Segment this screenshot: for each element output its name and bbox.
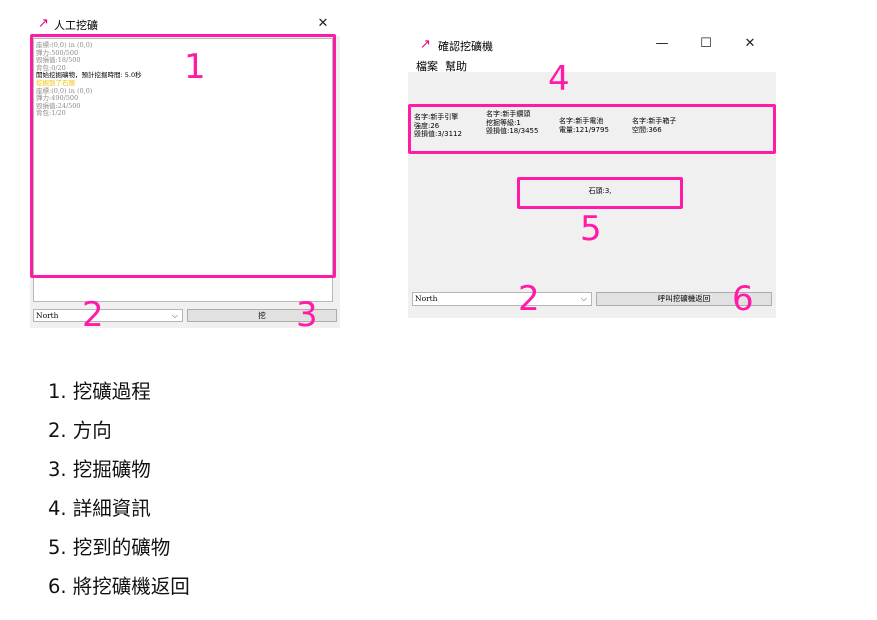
annotation-number: 6	[732, 279, 754, 319]
pickaxe-icon: ↗	[38, 16, 49, 31]
legend-item: 3. 挖掘礦物	[48, 458, 151, 481]
direction-select-right[interactable]: North ⌵	[412, 292, 592, 306]
legend-item: 2. 方向	[48, 419, 112, 442]
title-bar: ↗ 人工挖礦 ✕	[30, 12, 340, 36]
chevron-down-icon: ⌵	[580, 294, 587, 303]
legend-item: 4. 詳細資訊	[48, 497, 151, 520]
title-bar: ↗ 確認挖礦機 — ☐ ✕	[408, 30, 776, 56]
menu-bar: 檔案 幫助	[408, 56, 776, 73]
annotation-number: 3	[296, 295, 318, 335]
window-title: 確認挖礦機	[438, 40, 493, 53]
direction-value: North	[36, 311, 59, 320]
highlight-mined-minerals	[517, 177, 683, 209]
highlight-mining-log	[30, 34, 336, 278]
legend-item: 1. 挖礦過程	[48, 380, 151, 403]
close-button[interactable]: ✕	[742, 37, 758, 51]
minimize-button[interactable]: —	[654, 37, 670, 51]
pickaxe-icon: ↗	[420, 37, 431, 52]
annotation-number: 2	[518, 279, 540, 319]
direction-select-left[interactable]: North ⌵	[33, 309, 183, 322]
legend-item: 6. 將挖礦機返回	[48, 575, 190, 598]
legend-list: 1. 挖礦過程 2. 方向 3. 挖掘礦物 4. 詳細資訊 5. 挖到的礦物 6…	[48, 372, 190, 606]
annotation-number: 1	[184, 47, 206, 87]
maximize-button[interactable]: ☐	[698, 37, 714, 51]
annotation-number: 2	[82, 295, 104, 335]
direction-value: North	[415, 294, 438, 303]
annotation-number: 4	[548, 59, 570, 99]
window-title: 人工挖礦	[54, 19, 98, 32]
legend-item: 5. 挖到的礦物	[48, 536, 171, 559]
chevron-down-icon: ⌵	[171, 311, 178, 320]
close-button[interactable]: ✕	[316, 17, 330, 31]
highlight-detail-info	[408, 104, 776, 154]
annotation-number: 5	[580, 209, 602, 249]
